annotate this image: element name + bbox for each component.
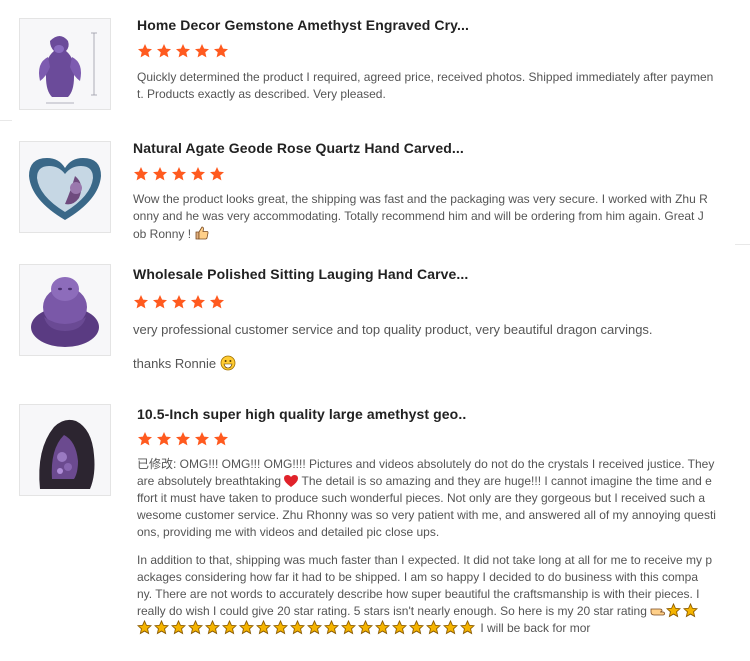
review-text: Quickly determined the product I require…	[137, 70, 714, 101]
star-icon	[190, 294, 206, 310]
gold-star-icon	[239, 620, 254, 635]
star-icon	[209, 294, 225, 310]
rating-stars	[133, 294, 228, 312]
star-icon	[209, 166, 225, 182]
star-icon	[133, 166, 149, 182]
product-title[interactable]: Home Decor Gemstone Amethyst Engraved Cr…	[137, 17, 469, 33]
star-icon	[213, 43, 229, 59]
gold-star-icon	[666, 603, 682, 618]
rating-stars	[133, 166, 228, 184]
product-thumbnail[interactable]	[19, 141, 111, 233]
star-icon	[156, 43, 172, 59]
gold-star-row: I will be back for mor	[137, 620, 737, 637]
review-text: very professional customer service and t…	[133, 322, 653, 337]
gold-star-icon	[188, 620, 203, 635]
divider	[735, 244, 750, 245]
review-text: Wow the product looks great, the shippin…	[133, 192, 708, 241]
product-title[interactable]: Wholesale Polished Sitting Lauging Hand …	[133, 266, 468, 282]
thumbs-up-icon	[194, 225, 210, 241]
gold-star-icon	[273, 620, 288, 635]
product-thumbnail[interactable]	[19, 264, 111, 356]
pointing-hand-icon	[650, 604, 666, 618]
star-icon	[137, 43, 153, 59]
divider	[0, 120, 12, 121]
gold-star-icon	[154, 620, 169, 635]
gold-star-icon	[290, 620, 305, 635]
product-thumbnail[interactable]	[19, 404, 111, 496]
review-text: 已修改: OMG!!! OMG!!! OMG!!!! Pictures and …	[137, 457, 716, 539]
star-icon	[156, 431, 172, 447]
gold-star-icon	[460, 620, 475, 635]
star-icon	[175, 43, 191, 59]
gold-star-icon	[307, 620, 322, 635]
gold-star-icon	[443, 620, 458, 635]
gold-star-icon	[324, 620, 339, 635]
gold-star-icon	[222, 620, 237, 635]
star-icon	[175, 431, 191, 447]
star-icon	[133, 294, 149, 310]
gold-star-icon	[137, 620, 152, 635]
star-icon	[194, 431, 210, 447]
star-icon	[152, 294, 168, 310]
star-icon	[171, 166, 187, 182]
gold-star-icon	[392, 620, 407, 635]
rating-stars	[137, 431, 232, 449]
review-text: thanks Ronnie	[133, 355, 733, 372]
star-icon	[171, 294, 187, 310]
gold-star-icon	[256, 620, 271, 635]
product-title[interactable]: Natural Agate Geode Rose Quartz Hand Car…	[133, 140, 464, 156]
gold-star-icon	[341, 620, 356, 635]
grinning-face-icon	[220, 355, 236, 371]
star-icon	[194, 43, 210, 59]
gold-star-icon	[375, 620, 390, 635]
rating-stars	[137, 43, 232, 61]
star-icon	[152, 166, 168, 182]
gold-star-icon	[205, 620, 220, 635]
gold-star-icon	[358, 620, 373, 635]
star-icon	[137, 431, 153, 447]
product-title[interactable]: 10.5-Inch super high quality large ameth…	[137, 406, 466, 422]
gold-star-icon	[409, 620, 424, 635]
star-icon	[190, 166, 206, 182]
review-text: In addition to that, shipping was much f…	[137, 552, 737, 637]
gold-star-icon	[171, 620, 186, 635]
heart-icon	[284, 475, 299, 488]
gold-star-icon	[683, 603, 699, 618]
product-thumbnail[interactable]	[19, 18, 111, 110]
star-icon	[213, 431, 229, 447]
gold-star-icon	[426, 620, 441, 635]
